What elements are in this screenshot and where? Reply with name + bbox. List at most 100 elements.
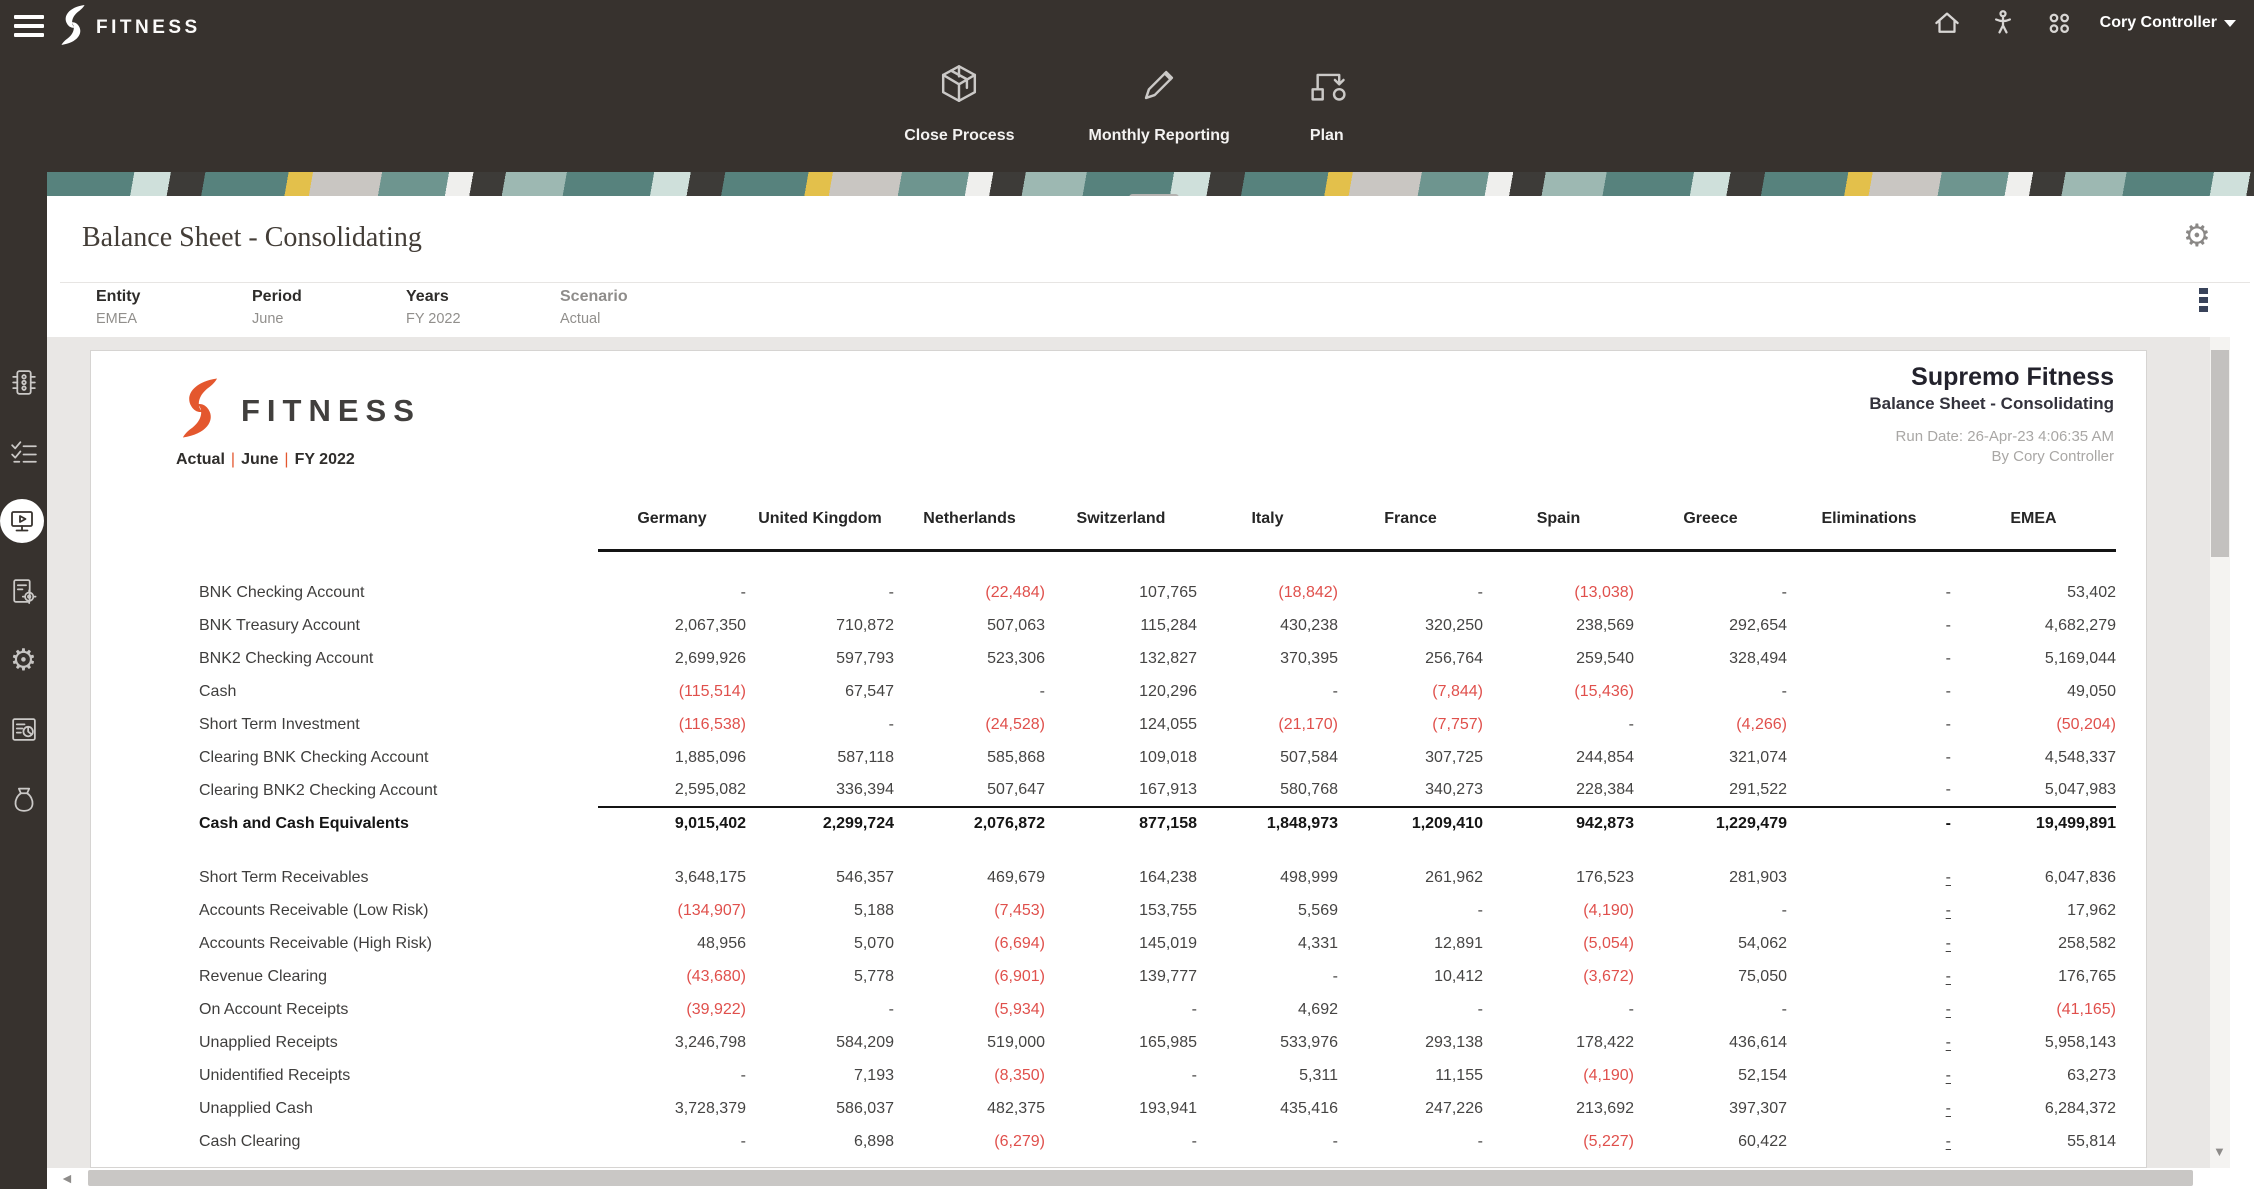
data-cell[interactable]: 586,037 (746, 1092, 894, 1125)
horizontal-scrollbar-thumb[interactable] (88, 1170, 2193, 1186)
data-cell[interactable]: 261,962 (1338, 861, 1483, 894)
data-cell[interactable]: 52,154 (1634, 1059, 1787, 1092)
data-cell[interactable]: 176,765 (1951, 960, 2116, 993)
data-cell[interactable]: (15,436) (1483, 675, 1634, 708)
data-cell[interactable]: 3,246,798 (598, 1026, 746, 1059)
data-cell[interactable]: (5,227) (1483, 1125, 1634, 1158)
data-cell[interactable]: (39,922) (598, 993, 746, 1026)
data-cell[interactable]: 942,873 (1483, 807, 1634, 840)
data-cell[interactable]: - (1787, 1026, 1951, 1059)
data-cell[interactable]: - (1045, 1059, 1197, 1092)
data-cell[interactable]: 4,548,337 (1951, 741, 2116, 774)
data-cell[interactable]: 256,764 (1338, 642, 1483, 675)
data-cell[interactable]: 5,311 (1197, 1059, 1338, 1092)
data-cell[interactable]: - (1483, 708, 1634, 741)
data-cell[interactable]: 3,648,175 (598, 861, 746, 894)
data-cell[interactable]: 139,777 (1045, 960, 1197, 993)
data-cell[interactable]: 247,226 (1338, 1092, 1483, 1125)
data-cell[interactable]: (6,694) (894, 927, 1045, 960)
data-cell[interactable]: 5,169,044 (1951, 642, 2116, 675)
pov-period[interactable]: Period June (252, 288, 406, 327)
data-cell[interactable]: 430,238 (1197, 609, 1338, 642)
user-menu[interactable]: Cory Controller (2100, 14, 2236, 32)
data-cell[interactable]: - (1787, 609, 1951, 642)
data-cell[interactable]: - (1787, 993, 1951, 1026)
data-cell[interactable]: (8,350) (894, 1059, 1045, 1092)
data-cell[interactable]: (18,842) (1197, 576, 1338, 609)
sidebar-item-dashboard-doc-icon[interactable] (8, 714, 39, 745)
data-cell[interactable]: - (1787, 642, 1951, 675)
data-cell[interactable]: (5,934) (894, 993, 1045, 1026)
data-cell[interactable]: 1,229,479 (1634, 807, 1787, 840)
data-cell[interactable]: 4,692 (1197, 993, 1338, 1026)
data-cell[interactable]: 60,422 (1634, 1125, 1787, 1158)
data-cell[interactable]: 1,885,096 (598, 741, 746, 774)
data-cell[interactable]: 519,000 (894, 1026, 1045, 1059)
data-cell[interactable]: - (1197, 675, 1338, 708)
data-cell[interactable]: - (1787, 675, 1951, 708)
nav-card-close-process[interactable]: Close Process (904, 62, 1014, 145)
data-cell[interactable]: (115,514) (598, 675, 746, 708)
data-cell[interactable]: 293,138 (1338, 1026, 1483, 1059)
data-cell[interactable]: 48,956 (598, 927, 746, 960)
data-cell[interactable]: 145,019 (1045, 927, 1197, 960)
data-cell[interactable]: 153,755 (1045, 894, 1197, 927)
data-cell[interactable]: 546,357 (746, 861, 894, 894)
data-cell[interactable]: - (598, 1125, 746, 1158)
data-cell[interactable]: - (1787, 774, 1951, 807)
scroll-down-arrow-icon[interactable]: ▼ (2213, 1144, 2226, 1159)
data-cell[interactable]: 533,976 (1197, 1026, 1338, 1059)
data-cell[interactable]: (134,907) (598, 894, 746, 927)
data-cell[interactable]: - (1787, 807, 1951, 840)
nav-card-monthly-reporting[interactable]: Monthly Reporting (1088, 62, 1229, 145)
data-cell[interactable]: 710,872 (746, 609, 894, 642)
data-cell[interactable]: 178,422 (1483, 1026, 1634, 1059)
data-cell[interactable]: (6,901) (894, 960, 1045, 993)
data-cell[interactable]: 238,569 (1483, 609, 1634, 642)
data-cell[interactable]: (21,170) (1197, 708, 1338, 741)
data-cell[interactable]: 5,569 (1197, 894, 1338, 927)
data-cell[interactable]: - (1338, 576, 1483, 609)
data-cell[interactable]: 507,647 (894, 774, 1045, 807)
data-cell[interactable]: 6,284,372 (1951, 1092, 2116, 1125)
data-cell[interactable]: - (1787, 576, 1951, 609)
pov-options-kebab-icon[interactable] (2199, 288, 2209, 315)
data-cell[interactable]: (5,054) (1483, 927, 1634, 960)
data-cell[interactable]: (116,538) (598, 708, 746, 741)
data-cell[interactable]: 5,958,143 (1951, 1026, 2116, 1059)
data-cell[interactable]: 19,499,891 (1951, 807, 2116, 840)
data-cell[interactable]: - (746, 993, 894, 1026)
data-cell[interactable]: 291,522 (1634, 774, 1787, 807)
data-cell[interactable]: 5,778 (746, 960, 894, 993)
data-cell[interactable]: 436,614 (1634, 1026, 1787, 1059)
data-cell[interactable]: 75,050 (1634, 960, 1787, 993)
data-cell[interactable]: - (1338, 1125, 1483, 1158)
data-cell[interactable]: 585,868 (894, 741, 1045, 774)
data-cell[interactable]: 10,412 (1338, 960, 1483, 993)
data-cell[interactable]: 482,375 (894, 1092, 1045, 1125)
data-cell[interactable]: - (1787, 1125, 1951, 1158)
data-cell[interactable]: 4,682,279 (1951, 609, 2116, 642)
apps-grid-icon[interactable] (2044, 8, 2074, 38)
data-cell[interactable]: 523,306 (894, 642, 1045, 675)
data-cell[interactable]: - (1787, 741, 1951, 774)
data-cell[interactable]: - (1787, 861, 1951, 894)
data-cell[interactable]: 132,827 (1045, 642, 1197, 675)
data-cell[interactable]: 167,913 (1045, 774, 1197, 807)
data-cell[interactable]: 17,962 (1951, 894, 2116, 927)
data-cell[interactable]: 5,047,983 (1951, 774, 2116, 807)
data-cell[interactable]: 176,523 (1483, 861, 1634, 894)
data-cell[interactable]: - (1197, 960, 1338, 993)
data-cell[interactable]: 397,307 (1634, 1092, 1787, 1125)
data-cell[interactable]: 67,547 (746, 675, 894, 708)
data-cell[interactable]: 328,494 (1634, 642, 1787, 675)
pov-entity[interactable]: Entity EMEA (96, 288, 252, 327)
data-cell[interactable]: (3,672) (1483, 960, 1634, 993)
data-cell[interactable]: 320,250 (1338, 609, 1483, 642)
data-cell[interactable]: 1,848,973 (1197, 807, 1338, 840)
data-cell[interactable]: 228,384 (1483, 774, 1634, 807)
page-settings-gear-icon[interactable]: ⚙ (2183, 220, 2211, 251)
data-cell[interactable]: 55,814 (1951, 1125, 2116, 1158)
data-cell[interactable]: 370,395 (1197, 642, 1338, 675)
sidebar-item-report-settings-icon[interactable] (8, 576, 39, 607)
